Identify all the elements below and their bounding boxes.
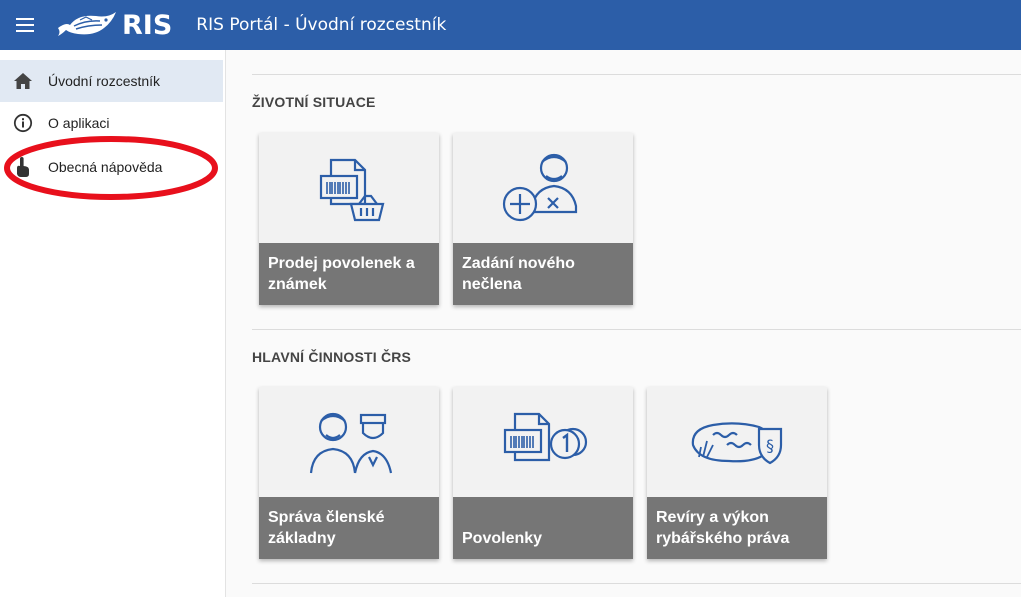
touch-help-icon (12, 156, 34, 178)
members-icon (259, 387, 439, 497)
sidebar-item-label: O aplikaci (48, 115, 110, 131)
tile-label: Prodej povolenek a známek (259, 243, 439, 305)
tile-label: Revíry a výkon rybářského práva (647, 497, 827, 559)
hamburger-menu-icon[interactable] (16, 14, 38, 36)
tile-reviry-vykon-prava[interactable]: § Revíry a výkon rybářského práva (647, 387, 827, 559)
main-content: ŽIVOTNÍ SITUACE Prodej povolenek a známe… (226, 50, 1021, 597)
add-person-icon (453, 133, 633, 243)
app-logo[interactable]: RIS (56, 0, 172, 50)
tile-zadani-necklena[interactable]: Zadání nového nečlena (453, 133, 633, 305)
sidebar: Úvodní rozcestník O aplikaci Obecná nápo… (0, 50, 226, 597)
fishing-ground-law-icon: § (647, 387, 827, 497)
sidebar-item-about[interactable]: O aplikaci (0, 102, 223, 144)
tile-sprava-clenske-zakladny[interactable]: Správa členské základny (259, 387, 439, 559)
svg-text:§: § (766, 436, 774, 455)
tile-prodej-povolenek[interactable]: Prodej povolenek a známek (259, 133, 439, 305)
divider (252, 583, 1021, 584)
tile-label: Správa členské základny (259, 497, 439, 559)
tile-label: Povolenky (453, 497, 633, 559)
top-bar: RIS RIS Portál - Úvodní rozcestník (0, 0, 1021, 50)
section-title: HLAVNÍ ČINNOSTI ČRS (252, 349, 412, 365)
info-icon (12, 112, 34, 134)
section-title: ŽIVOTNÍ SITUACE (252, 94, 376, 110)
sidebar-item-label: Úvodní rozcestník (48, 73, 161, 89)
fish-logo-icon (58, 12, 116, 36)
sidebar-item-home[interactable]: Úvodní rozcestník (0, 60, 223, 102)
tile-label: Zadání nového nečlena (453, 243, 633, 305)
divider (252, 329, 1021, 330)
home-icon (12, 70, 34, 92)
permit-coin-icon (453, 387, 633, 497)
tile-povolenky[interactable]: Povolenky (453, 387, 633, 559)
sidebar-item-help[interactable]: Obecná nápověda (0, 146, 223, 188)
sidebar-item-label: Obecná nápověda (48, 159, 163, 175)
page-title: RIS Portál - Úvodní rozcestník (196, 15, 447, 35)
permit-basket-icon (259, 133, 439, 243)
divider (252, 74, 1021, 75)
logo-text: RIS (122, 9, 173, 41)
